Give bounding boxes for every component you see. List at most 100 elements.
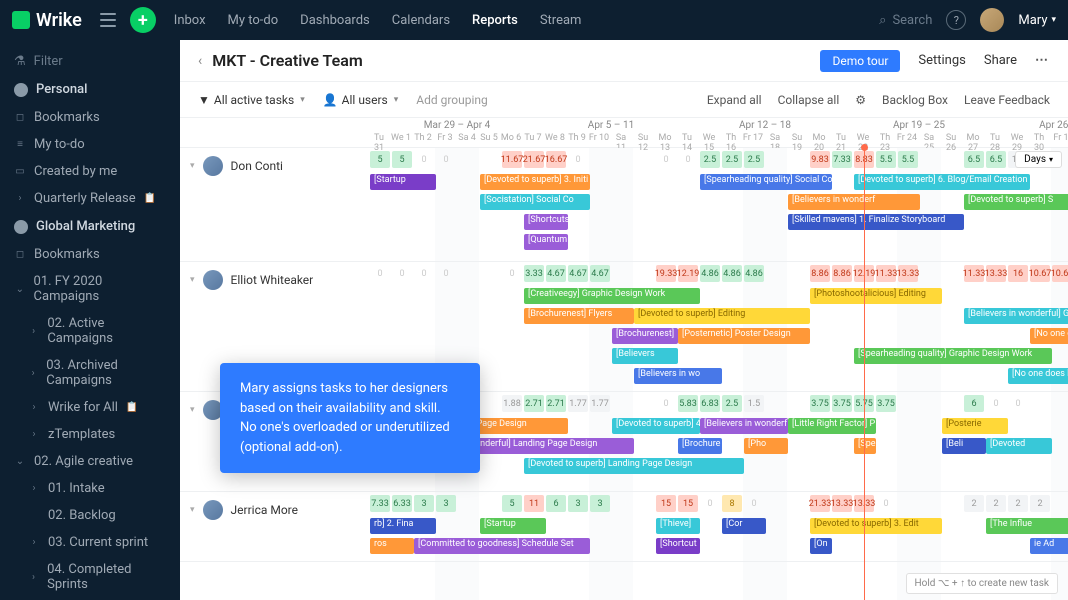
- hour-cell[interactable]: 0: [656, 395, 676, 412]
- hour-cell[interactable]: 16: [1008, 265, 1028, 282]
- hour-cell[interactable]: 9.83: [810, 151, 830, 168]
- hour-cell[interactable]: 0: [1008, 395, 1028, 412]
- back-chevron-icon[interactable]: ‹: [198, 53, 202, 69]
- person-header[interactable]: Elliot Whiteaker: [180, 262, 380, 298]
- hour-cell[interactable]: 0: [678, 151, 698, 168]
- hour-cell[interactable]: 13.33: [832, 495, 852, 512]
- hour-cell[interactable]: 6.5: [964, 151, 984, 168]
- task-bar[interactable]: [Devoted to superb] 3. Edit: [810, 518, 942, 534]
- nav-my-to-do[interactable]: My to-do: [228, 13, 279, 28]
- sidebar-item[interactable]: ›03. Archived Campaigns: [0, 352, 180, 394]
- nav-inbox[interactable]: Inbox: [174, 13, 206, 28]
- nav-dashboards[interactable]: Dashboards: [300, 13, 370, 28]
- task-bar[interactable]: [Believers in wo: [634, 368, 722, 384]
- help-icon[interactable]: ?: [946, 10, 966, 30]
- hour-cell[interactable]: 4.67: [590, 265, 610, 282]
- settings-icon[interactable]: ⚙: [855, 93, 866, 107]
- task-bar[interactable]: ie Ad: [1030, 538, 1068, 554]
- task-bar[interactable]: [Creativeegy] Graphic Design Work: [524, 288, 700, 304]
- hour-cell[interactable]: 4.67: [568, 265, 588, 282]
- hour-cell[interactable]: 11.33: [876, 265, 896, 282]
- hour-cell[interactable]: 4.86: [700, 265, 720, 282]
- task-bar[interactable]: [Devoted to superb] 4: [612, 418, 700, 434]
- hour-cell[interactable]: 7.33: [832, 151, 852, 168]
- avatar[interactable]: [980, 8, 1004, 32]
- task-bar[interactable]: [Quantum: [524, 234, 568, 250]
- hour-cell[interactable]: 3: [414, 495, 434, 512]
- task-bar[interactable]: [Little Right Factor] P: [788, 418, 876, 434]
- hour-cell[interactable]: 10.67: [1052, 265, 1068, 282]
- hour-cell[interactable]: 6: [546, 495, 566, 512]
- task-bar[interactable]: [Brochurenest]: [612, 328, 678, 344]
- person-header[interactable]: Jerrica More: [180, 492, 380, 528]
- hour-cell[interactable]: 1.77: [590, 395, 610, 412]
- sidebar-item[interactable]: ›04. Completed Sprints: [0, 556, 180, 598]
- task-bar[interactable]: [Believers: [612, 348, 678, 364]
- sidebar-filter[interactable]: ⚗ Filter: [0, 48, 180, 75]
- hour-cell[interactable]: 11: [524, 495, 544, 512]
- hour-cell[interactable]: 5.83: [678, 395, 698, 412]
- task-bar[interactable]: [Skilled mavens] 1. Finalize Storyboard: [788, 214, 964, 230]
- task-bar[interactable]: [Devoted to superb] 6. Blog/Email Creati…: [854, 174, 1030, 190]
- hour-cell[interactable]: 8.86: [810, 265, 830, 282]
- hour-cell[interactable]: 3.75: [810, 395, 830, 412]
- share-link[interactable]: Share: [984, 53, 1017, 68]
- sidebar-item[interactable]: ›01. Intake: [0, 475, 180, 502]
- sidebar-item[interactable]: ≡My to-do: [0, 131, 180, 158]
- hour-cell[interactable]: 5: [502, 495, 522, 512]
- task-bar[interactable]: [Believers in wonderful] Graphic De: [964, 308, 1068, 324]
- task-bar[interactable]: [Shortcut: [656, 538, 700, 554]
- demo-tour-button[interactable]: Demo tour: [820, 50, 900, 72]
- hour-cell[interactable]: 2.71: [524, 395, 544, 412]
- hour-cell[interactable]: 2.71: [546, 395, 566, 412]
- chevron-down-icon[interactable]: [190, 405, 195, 415]
- create-button[interactable]: +: [130, 7, 156, 33]
- hour-cell[interactable]: 0: [986, 395, 1006, 412]
- logo[interactable]: Wrike: [12, 10, 82, 31]
- tasks-filter[interactable]: ▼All active tasks: [198, 93, 305, 107]
- hour-cell[interactable]: 21.67: [524, 151, 544, 168]
- sidebar-item[interactable]: ⌄01. FY 2020 Campaigns: [0, 268, 180, 310]
- hour-cell[interactable]: 2.5: [744, 151, 764, 168]
- search-input[interactable]: ⌕ Search: [879, 13, 932, 28]
- task-bar[interactable]: [Brochure: [678, 438, 722, 454]
- hour-cell[interactable]: 2: [986, 495, 1006, 512]
- chevron-down-icon[interactable]: [190, 275, 195, 285]
- hour-cell[interactable]: 0: [436, 151, 456, 168]
- task-bar[interactable]: [Devoted: [986, 438, 1052, 454]
- task-bar[interactable]: [Devoted to superb] 3. Initi: [480, 174, 590, 190]
- task-bar[interactable]: [Committed to goodness] Schedule Set: [414, 538, 590, 554]
- task-bar[interactable]: [Cor: [722, 518, 766, 534]
- sidebar-item[interactable]: ›zTemplates: [0, 421, 180, 448]
- nav-stream[interactable]: Stream: [540, 13, 582, 28]
- task-bar[interactable]: [The Influe: [986, 518, 1068, 534]
- sidebar-item[interactable]: ⌄02. Agile creative: [0, 448, 180, 475]
- hamburger-icon[interactable]: [100, 13, 116, 27]
- hour-cell[interactable]: 15: [678, 495, 698, 512]
- users-filter[interactable]: 👤All users: [323, 93, 399, 107]
- task-bar[interactable]: [Posterie: [942, 418, 1008, 434]
- sidebar-item[interactable]: ›Wrike for All 📋: [0, 394, 180, 421]
- hour-cell[interactable]: 2: [1008, 495, 1028, 512]
- nav-reports[interactable]: Reports: [472, 13, 518, 28]
- task-bar[interactable]: [Startup: [480, 518, 546, 534]
- hour-cell[interactable]: 3.75: [832, 395, 852, 412]
- sidebar-item[interactable]: ›Quarterly Release 📋: [0, 185, 180, 212]
- sidebar-item[interactable]: ›02. Active Campaigns: [0, 310, 180, 352]
- user-menu[interactable]: Mary▾: [1018, 13, 1056, 28]
- task-bar[interactable]: [Spearheading quality] Social Co: [700, 174, 832, 190]
- hour-cell[interactable]: 8: [722, 495, 742, 512]
- task-bar[interactable]: [Devoted to superb] S: [964, 194, 1068, 210]
- hour-cell[interactable]: 0: [700, 495, 720, 512]
- hour-cell[interactable]: 12.19: [678, 265, 698, 282]
- hour-cell[interactable]: 0: [392, 265, 412, 282]
- task-bar[interactable]: [Pho: [744, 438, 788, 454]
- sidebar-item[interactable]: ◻Bookmarks: [0, 104, 180, 131]
- task-bar[interactable]: [Believers in wonderf: [700, 418, 788, 434]
- expand-all[interactable]: Expand all: [707, 93, 762, 107]
- hour-cell[interactable]: 5: [392, 151, 412, 168]
- task-bar[interactable]: ros: [370, 538, 414, 554]
- task-bar[interactable]: [Posternetic] Poster Design: [678, 328, 810, 344]
- task-bar[interactable]: [No one d: [1030, 328, 1068, 344]
- person-header[interactable]: Don Conti: [180, 148, 380, 184]
